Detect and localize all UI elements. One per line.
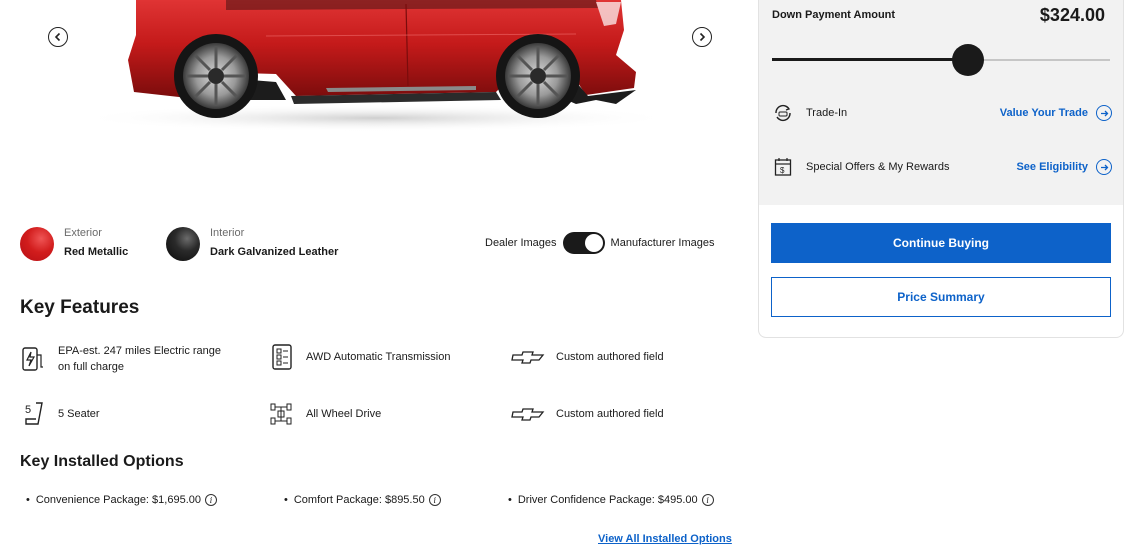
payment-options: Down Payment Amount $324.00 Trade-In Val… <box>759 0 1123 205</box>
trade-in-row: Trade-In Value Your Trade <box>772 101 1112 125</box>
option-item: • Driver Confidence Package: $495.00 i <box>508 494 714 506</box>
ev-charger-icon <box>20 345 48 373</box>
price-summary-button[interactable]: Price Summary <box>771 277 1111 317</box>
key-features-title: Key Features <box>20 297 140 318</box>
feature-electric-range: EPA-est. 247 miles Electric range on ful… <box>20 343 221 375</box>
svg-text:$: $ <box>780 166 785 175</box>
payment-panel: Down Payment Amount $324.00 Trade-In Val… <box>758 0 1124 338</box>
manufacturer-images-label: Manufacturer Images <box>610 237 715 249</box>
feature-text: AWD Automatic Transmission <box>306 351 451 363</box>
exterior-value: Red Metallic <box>64 246 129 258</box>
chevron-right-icon <box>699 32 706 42</box>
installed-options-title: Key Installed Options <box>20 453 184 470</box>
trade-in-icon <box>772 102 794 124</box>
gallery-prev-button[interactable] <box>48 27 68 47</box>
down-payment-label: Down Payment Amount <box>772 9 896 21</box>
image-source-toggle[interactable] <box>562 232 605 254</box>
trade-in-label: Trade-In <box>806 107 848 119</box>
exterior-label: Exterior <box>64 227 102 239</box>
toggle-knob <box>584 234 603 252</box>
continue-buying-button[interactable]: Continue Buying <box>771 223 1111 263</box>
feature-text: 5 Seater <box>58 408 100 420</box>
down-payment-slider[interactable] <box>772 44 1110 76</box>
feature-seating: 5 5 Seater <box>20 400 100 428</box>
option-text: Comfort Package: $895.50 <box>293 494 425 506</box>
vehicle-image <box>76 0 676 132</box>
feature-text: Custom authored field <box>556 351 664 363</box>
interior-color[interactable]: Interior Dark Galvanized Leather <box>166 226 338 261</box>
arrow-right-circle-icon <box>1096 159 1112 175</box>
slider-fill <box>772 58 969 61</box>
arrow-right-circle-icon <box>1096 105 1112 121</box>
feature-custom-1: Custom authored field <box>510 343 664 371</box>
interior-value: Dark Galvanized Leather <box>210 246 339 258</box>
chevrolet-bowtie-icon <box>510 400 546 428</box>
info-icon[interactable]: i <box>428 494 441 506</box>
interior-label: Interior <box>210 227 245 239</box>
down-payment-amount: $324.00 <box>1039 5 1105 25</box>
feature-text-line2: on full charge <box>58 361 125 373</box>
chevrolet-bowtie-icon <box>510 343 546 371</box>
info-icon[interactable]: i <box>204 494 217 506</box>
offers-label: Special Offers & My Rewards <box>806 161 950 173</box>
view-all-options-link[interactable]: View All Installed Options <box>598 533 732 545</box>
feature-text: Custom authored field <box>556 408 664 420</box>
feature-text-line1: EPA-est. 247 miles Electric range <box>58 345 222 357</box>
feature-transmission: AWD Automatic Transmission <box>268 343 450 371</box>
value-your-trade-link[interactable]: Value Your Trade <box>1000 105 1112 121</box>
slider-thumb[interactable] <box>952 44 985 76</box>
option-text: Driver Confidence Package: $495.00 <box>517 494 698 506</box>
offers-row: $ Special Offers & My Rewards See Eligib… <box>772 155 1112 179</box>
info-icon[interactable]: i <box>701 494 714 506</box>
option-text: Convenience Package: $1,695.00 <box>35 494 201 506</box>
feature-drivetrain: All Wheel Drive <box>268 400 381 428</box>
seat-count: 5 <box>25 404 31 416</box>
feature-text: All Wheel Drive <box>306 408 382 420</box>
interior-color-swatch[interactable] <box>166 227 200 261</box>
option-item: • Convenience Package: $1,695.00 i <box>26 494 217 506</box>
see-eligibility-text: See Eligibility <box>1016 161 1088 173</box>
see-eligibility-link[interactable]: See Eligibility <box>1016 159 1112 175</box>
seat-icon: 5 <box>20 400 48 428</box>
value-your-trade-text: Value Your Trade <box>999 107 1088 119</box>
dollar-calendar-icon: $ <box>772 156 794 178</box>
exterior-color-swatch[interactable] <box>20 227 54 261</box>
vehicle-gallery <box>0 0 758 200</box>
color-selection: Exterior Red Metallic Interior Dark Galv… <box>20 226 740 266</box>
exterior-color[interactable]: Exterior Red Metallic <box>20 226 128 261</box>
option-item: • Comfort Package: $895.50 i <box>284 494 441 506</box>
chevron-left-icon <box>54 32 61 42</box>
gallery-next-button[interactable] <box>692 27 712 47</box>
drivetrain-icon <box>268 400 296 428</box>
image-source-toggle-group: Dealer Images Manufacturer Images <box>485 232 714 254</box>
feature-custom-2: Custom authored field <box>510 400 664 428</box>
dealer-images-label: Dealer Images <box>485 237 557 249</box>
transmission-icon <box>268 343 296 371</box>
